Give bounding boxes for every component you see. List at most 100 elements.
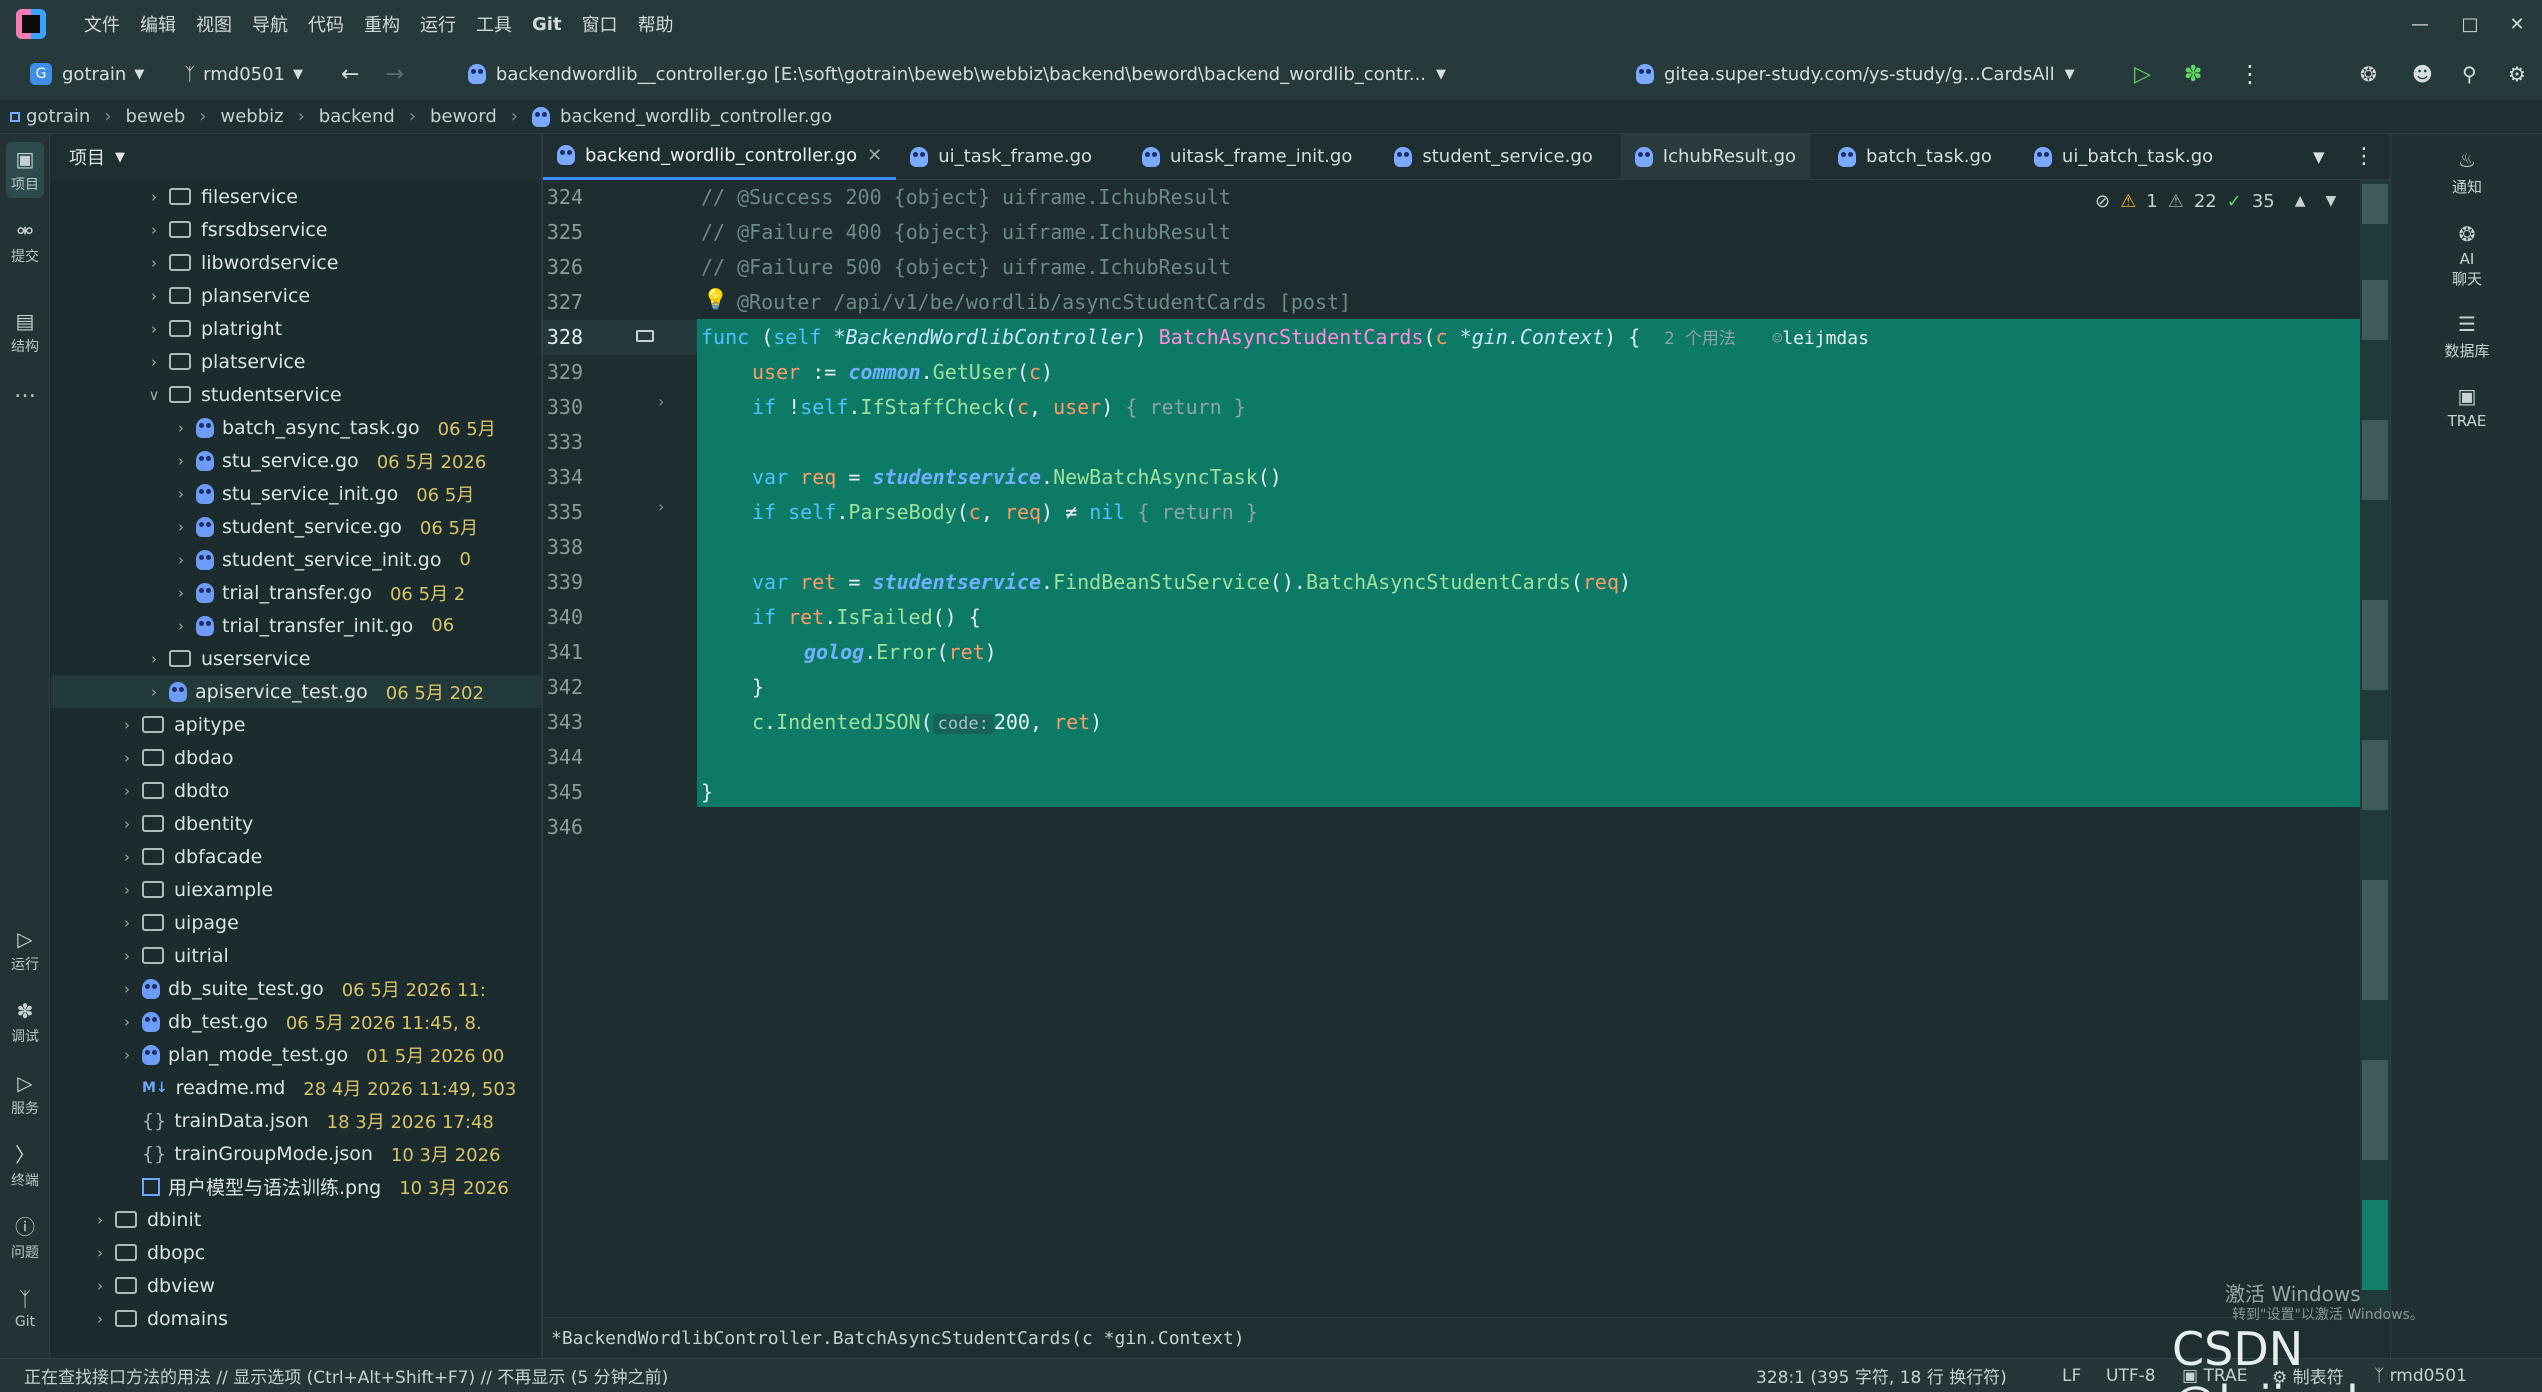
tree-row[interactable]: › trial_transfer_init.go 06 xyxy=(51,609,541,642)
tree-row[interactable]: › db_suite_test.go 06 5月 2026 11: xyxy=(51,972,541,1005)
tree-row[interactable]: › planservice xyxy=(51,279,541,312)
menu-code[interactable]: 代码 xyxy=(308,11,344,37)
ai-assistant-icon[interactable]: ❂ xyxy=(2352,55,2385,93)
tool-problems[interactable]: ⓘ 问题 xyxy=(0,1216,50,1262)
tree-row[interactable]: › plan_mode_test.go 01 5月 2026 00 xyxy=(51,1038,541,1071)
project-panel-header[interactable]: 项目 ▼ xyxy=(51,134,541,180)
chevron-right-icon[interactable]: › xyxy=(116,881,138,899)
chevron-right-icon[interactable]: › xyxy=(143,683,165,701)
tree-row[interactable]: › platright xyxy=(51,312,541,345)
chevron-right-icon[interactable]: › xyxy=(143,221,165,239)
tree-row[interactable]: › uitrial xyxy=(51,939,541,972)
tree-row[interactable]: M↓ readme.md 28 4月 2026 11:49, 503 xyxy=(51,1071,541,1104)
tree-row[interactable]: › stu_service.go 06 5月 2026 xyxy=(51,444,541,477)
tree-row[interactable]: › dbentity xyxy=(51,807,541,840)
lightbulb-icon[interactable]: 💡 xyxy=(703,287,728,311)
tree-row[interactable]: › libwordservice xyxy=(51,246,541,279)
chevron-right-icon[interactable]: › xyxy=(89,1211,111,1229)
tree-row[interactable]: › dbinit xyxy=(51,1203,541,1236)
chevron-right-icon[interactable]: › xyxy=(143,353,165,371)
tool-ai-chat[interactable]: ❂ AI 聊天 xyxy=(2391,222,2542,289)
menu-edit[interactable]: 编辑 xyxy=(140,11,176,37)
menu-help[interactable]: 帮助 xyxy=(638,11,674,37)
breadcrumb-item[interactable]: webbiz xyxy=(220,106,283,127)
tool-structure[interactable]: ▤ 结构 xyxy=(0,310,50,356)
tab-ichub-result[interactable]: IchubResult.go xyxy=(1620,133,1811,180)
author-hint[interactable]: leijmdas xyxy=(1782,328,1869,349)
tree-row[interactable]: › dbdao xyxy=(51,741,541,774)
tab-backend-wordlib-controller[interactable]: backend_wordlib_controller.go ✕ xyxy=(543,134,897,180)
breadcrumb-item[interactable]: beword xyxy=(430,106,497,127)
forward-button[interactable]: → xyxy=(377,55,411,93)
tree-row[interactable]: › fsrsdbservice xyxy=(51,213,541,246)
tab-student-service[interactable]: student_service.go xyxy=(1380,134,1606,180)
chevron-right-icon[interactable]: › xyxy=(170,485,192,503)
chevron-right-icon[interactable]: › xyxy=(143,254,165,272)
menu-git[interactable]: Git xyxy=(532,14,562,35)
tree-row[interactable]: {} trainGroupMode.json 10 3月 2026 xyxy=(51,1137,541,1170)
prev-highlight-icon[interactable]: ▲ xyxy=(2295,193,2306,209)
chevron-right-icon[interactable]: › xyxy=(89,1244,111,1262)
chevron-right-icon[interactable]: › xyxy=(116,914,138,932)
tree-row[interactable]: › dbopc xyxy=(51,1236,541,1269)
breadcrumb-item[interactable]: backend xyxy=(319,106,395,127)
close-window-button[interactable]: ✕ xyxy=(2492,0,2542,48)
menu-window[interactable]: 窗口 xyxy=(582,11,618,37)
tree-row[interactable]: › apiservice_test.go 06 5月 202 xyxy=(51,675,541,708)
tree-row[interactable]: › uiexample xyxy=(51,873,541,906)
tree-row[interactable]: › apitype xyxy=(51,708,541,741)
tree-row[interactable]: › uipage xyxy=(51,906,541,939)
line-separator[interactable]: LF xyxy=(2062,1366,2081,1386)
breadcrumb-item[interactable]: backend_wordlib_controller.go xyxy=(560,106,832,127)
chevron-right-icon[interactable]: › xyxy=(170,419,192,437)
reader-mode-icon[interactable]: ⊘ xyxy=(2095,191,2110,212)
tree-row[interactable]: › dbdto xyxy=(51,774,541,807)
tree-row[interactable]: › dbfacade xyxy=(51,840,541,873)
breadcrumb-item[interactable]: gotrain xyxy=(26,106,90,127)
menu-view[interactable]: 视图 xyxy=(196,11,232,37)
fold-arrow-icon[interactable]: › xyxy=(658,497,664,516)
chevron-right-icon[interactable]: › xyxy=(170,518,192,536)
tree-row[interactable]: › fileservice xyxy=(51,180,541,213)
menu-run[interactable]: 运行 xyxy=(420,11,456,37)
menu-file[interactable]: 文件 xyxy=(84,11,120,37)
search-icon[interactable]: ⚲ xyxy=(2454,55,2485,93)
breadcrumb-item[interactable]: beweb xyxy=(126,106,186,127)
chevron-right-icon[interactable]: › xyxy=(116,947,138,965)
back-button[interactable]: ← xyxy=(333,55,367,93)
tool-commit[interactable]: ⚮ 提交 xyxy=(0,220,50,266)
tab-batch-task[interactable]: batch_task.go xyxy=(1824,134,2006,180)
project-switcher[interactable]: G gotrain ▼ xyxy=(22,55,152,93)
inspections-widget[interactable]: ⊘ ⚠ 1 ⚠ 22 ✓ 35 ▲ ▼ xyxy=(2095,186,2336,216)
tool-git[interactable]: ᛉ Git xyxy=(0,1288,50,1330)
chevron-right-icon[interactable]: › xyxy=(116,1013,138,1031)
debug-button[interactable]: ✽ xyxy=(2176,55,2210,93)
run-button[interactable]: ▷ xyxy=(2126,55,2159,93)
recent-file-selector[interactable]: backendwordlib__controller.go [E:\soft\g… xyxy=(460,55,1454,93)
chevron-right-icon[interactable]: › xyxy=(116,980,138,998)
chevron-right-icon[interactable]: › xyxy=(143,320,165,338)
tree-row[interactable]: › domains xyxy=(51,1302,541,1335)
tab-ui-batch-task[interactable]: ui_batch_task.go xyxy=(2020,134,2227,180)
usages-hint[interactable]: 2 个用法 xyxy=(1664,329,1735,349)
file-encoding[interactable]: UTF-8 xyxy=(2106,1366,2156,1386)
add-user-icon[interactable]: ☻ xyxy=(2404,55,2441,93)
menu-tools[interactable]: 工具 xyxy=(476,11,512,37)
chevron-right-icon[interactable]: › xyxy=(143,650,165,668)
tree-row[interactable]: › trial_transfer.go 06 5月 2 xyxy=(51,576,541,609)
chevron-right-icon[interactable]: › xyxy=(170,617,192,635)
chevron-right-icon[interactable]: › xyxy=(89,1310,111,1328)
run-config-selector[interactable]: gitea.super-study.com/ys-study/g…CardsAl… xyxy=(1628,55,2083,93)
tool-project[interactable]: ▣ 项目 xyxy=(0,148,50,194)
chevron-right-icon[interactable]: › xyxy=(116,749,138,767)
chevron-right-icon[interactable]: › xyxy=(116,848,138,866)
tree-row[interactable]: {} trainData.json 18 3月 2026 17:48 xyxy=(51,1104,541,1137)
tool-notifications[interactable]: ♨ 通知 xyxy=(2391,148,2542,197)
type-hint-icon[interactable] xyxy=(636,330,654,342)
status-message[interactable]: 正在查找接口方法的用法 // 显示选项 (Ctrl+Alt+Shift+F7) … xyxy=(24,1363,668,1388)
tree-row[interactable]: › db_test.go 06 5月 2026 11:45, 8. xyxy=(51,1005,541,1038)
chevron-down-icon[interactable]: ∨ xyxy=(143,386,165,404)
settings-gear-icon[interactable]: ⚙ xyxy=(2500,55,2534,93)
fold-arrow-icon[interactable]: › xyxy=(658,392,664,411)
minimize-button[interactable]: — xyxy=(2395,0,2445,48)
